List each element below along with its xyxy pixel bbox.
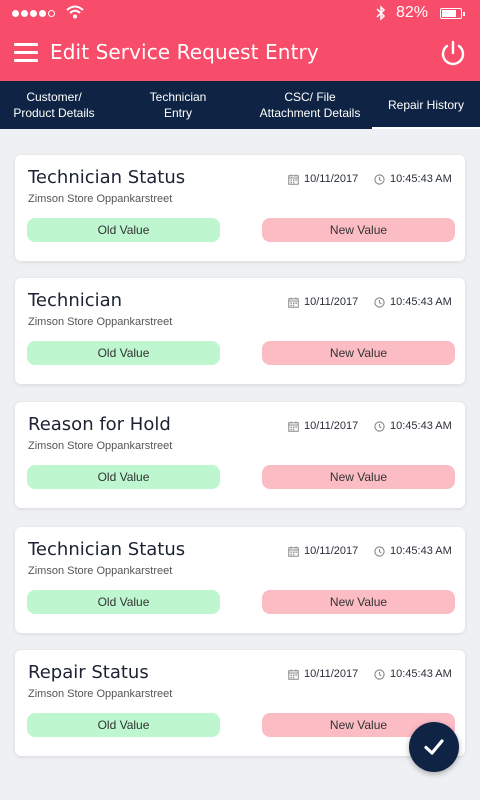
old-value-button[interactable]: Old Value bbox=[27, 713, 220, 737]
clock-icon bbox=[374, 296, 385, 308]
calendar-icon bbox=[288, 174, 299, 185]
store-name: Zimson Store Oppankarstreet bbox=[28, 440, 173, 452]
entry-time: 10:45:43 AM bbox=[374, 545, 452, 557]
tab-bar: Customer/ Product Details Technician Ent… bbox=[0, 81, 480, 129]
entry-time: 10:45:43 AM bbox=[374, 420, 452, 432]
store-name: Zimson Store Oppankarstreet bbox=[28, 193, 173, 205]
old-value-button[interactable]: Old Value bbox=[27, 465, 220, 489]
new-value-button[interactable]: New Value bbox=[262, 465, 455, 489]
wifi-icon bbox=[66, 5, 84, 19]
date-text: 10/11/2017 bbox=[304, 545, 359, 557]
store-name: Zimson Store Oppankarstreet bbox=[28, 688, 173, 700]
clock-icon bbox=[374, 545, 385, 557]
time-text: 10:45:43 AM bbox=[390, 668, 452, 680]
history-field-title: Technician Status bbox=[28, 539, 186, 560]
calendar-icon bbox=[288, 297, 299, 308]
history-field-title: Technician Status bbox=[28, 167, 186, 188]
bluetooth-icon bbox=[376, 5, 386, 24]
checkmark-icon bbox=[424, 739, 444, 755]
clock-icon bbox=[374, 173, 385, 185]
date-text: 10/11/2017 bbox=[304, 668, 359, 680]
new-value-button[interactable]: New Value bbox=[262, 590, 455, 614]
entry-date: 10/11/2017 bbox=[288, 545, 358, 557]
entry-time: 10:45:43 AM bbox=[374, 173, 452, 185]
new-value-button[interactable]: New Value bbox=[262, 218, 455, 242]
time-text: 10:45:43 AM bbox=[390, 173, 452, 185]
repair-history-list: Technician Status Zimson Store Oppankars… bbox=[15, 155, 465, 773]
history-card[interactable]: Repair Status Zimson Store Oppankarstree… bbox=[15, 650, 465, 756]
old-value-button[interactable]: Old Value bbox=[27, 341, 220, 365]
clock-icon bbox=[374, 668, 385, 680]
calendar-icon bbox=[288, 421, 299, 432]
power-icon[interactable] bbox=[438, 38, 468, 68]
entry-time: 10:45:43 AM bbox=[374, 296, 452, 308]
tab-technician-entry[interactable]: Technician Entry bbox=[108, 81, 248, 129]
battery-icon bbox=[440, 8, 465, 19]
history-field-title: Reason for Hold bbox=[28, 414, 171, 435]
history-card[interactable]: Technician Zimson Store Oppankarstreet 1… bbox=[15, 278, 465, 384]
signal-dots-icon bbox=[12, 10, 55, 17]
date-text: 10/11/2017 bbox=[304, 420, 359, 432]
entry-date: 10/11/2017 bbox=[288, 668, 358, 680]
history-card[interactable]: Technician Status Zimson Store Oppankars… bbox=[15, 527, 465, 633]
tab-customer-product-details[interactable]: Customer/ Product Details bbox=[0, 81, 108, 129]
history-card[interactable]: Reason for Hold Zimson Store Oppankarstr… bbox=[15, 402, 465, 508]
hamburger-menu-icon[interactable] bbox=[14, 43, 38, 63]
time-text: 10:45:43 AM bbox=[390, 545, 452, 557]
store-name: Zimson Store Oppankarstreet bbox=[28, 565, 173, 577]
time-text: 10:45:43 AM bbox=[390, 296, 452, 308]
calendar-icon bbox=[288, 546, 299, 557]
new-value-button[interactable]: New Value bbox=[262, 341, 455, 365]
entry-date: 10/11/2017 bbox=[288, 173, 358, 185]
history-card[interactable]: Technician Status Zimson Store Oppankars… bbox=[15, 155, 465, 261]
calendar-icon bbox=[288, 669, 299, 680]
clock-icon bbox=[374, 420, 385, 432]
entry-date: 10/11/2017 bbox=[288, 296, 358, 308]
tab-csc-file-attachment-details[interactable]: CSC/ File Attachment Details bbox=[248, 81, 372, 129]
tab-repair-history[interactable]: Repair History bbox=[372, 81, 480, 129]
time-text: 10:45:43 AM bbox=[390, 420, 452, 432]
entry-time: 10:45:43 AM bbox=[374, 668, 452, 680]
app-bar: Edit Service Request Entry bbox=[0, 26, 480, 81]
history-field-title: Repair Status bbox=[28, 662, 149, 683]
page-title: Edit Service Request Entry bbox=[50, 40, 319, 64]
old-value-button[interactable]: Old Value bbox=[27, 590, 220, 614]
store-name: Zimson Store Oppankarstreet bbox=[28, 316, 173, 328]
status-bar: 82% bbox=[0, 0, 480, 26]
confirm-fab-button[interactable] bbox=[409, 722, 459, 772]
entry-date: 10/11/2017 bbox=[288, 420, 358, 432]
old-value-button[interactable]: Old Value bbox=[27, 218, 220, 242]
date-text: 10/11/2017 bbox=[304, 296, 359, 308]
date-text: 10/11/2017 bbox=[304, 173, 359, 185]
battery-percent: 82% bbox=[396, 4, 429, 21]
history-field-title: Technician bbox=[28, 290, 123, 311]
